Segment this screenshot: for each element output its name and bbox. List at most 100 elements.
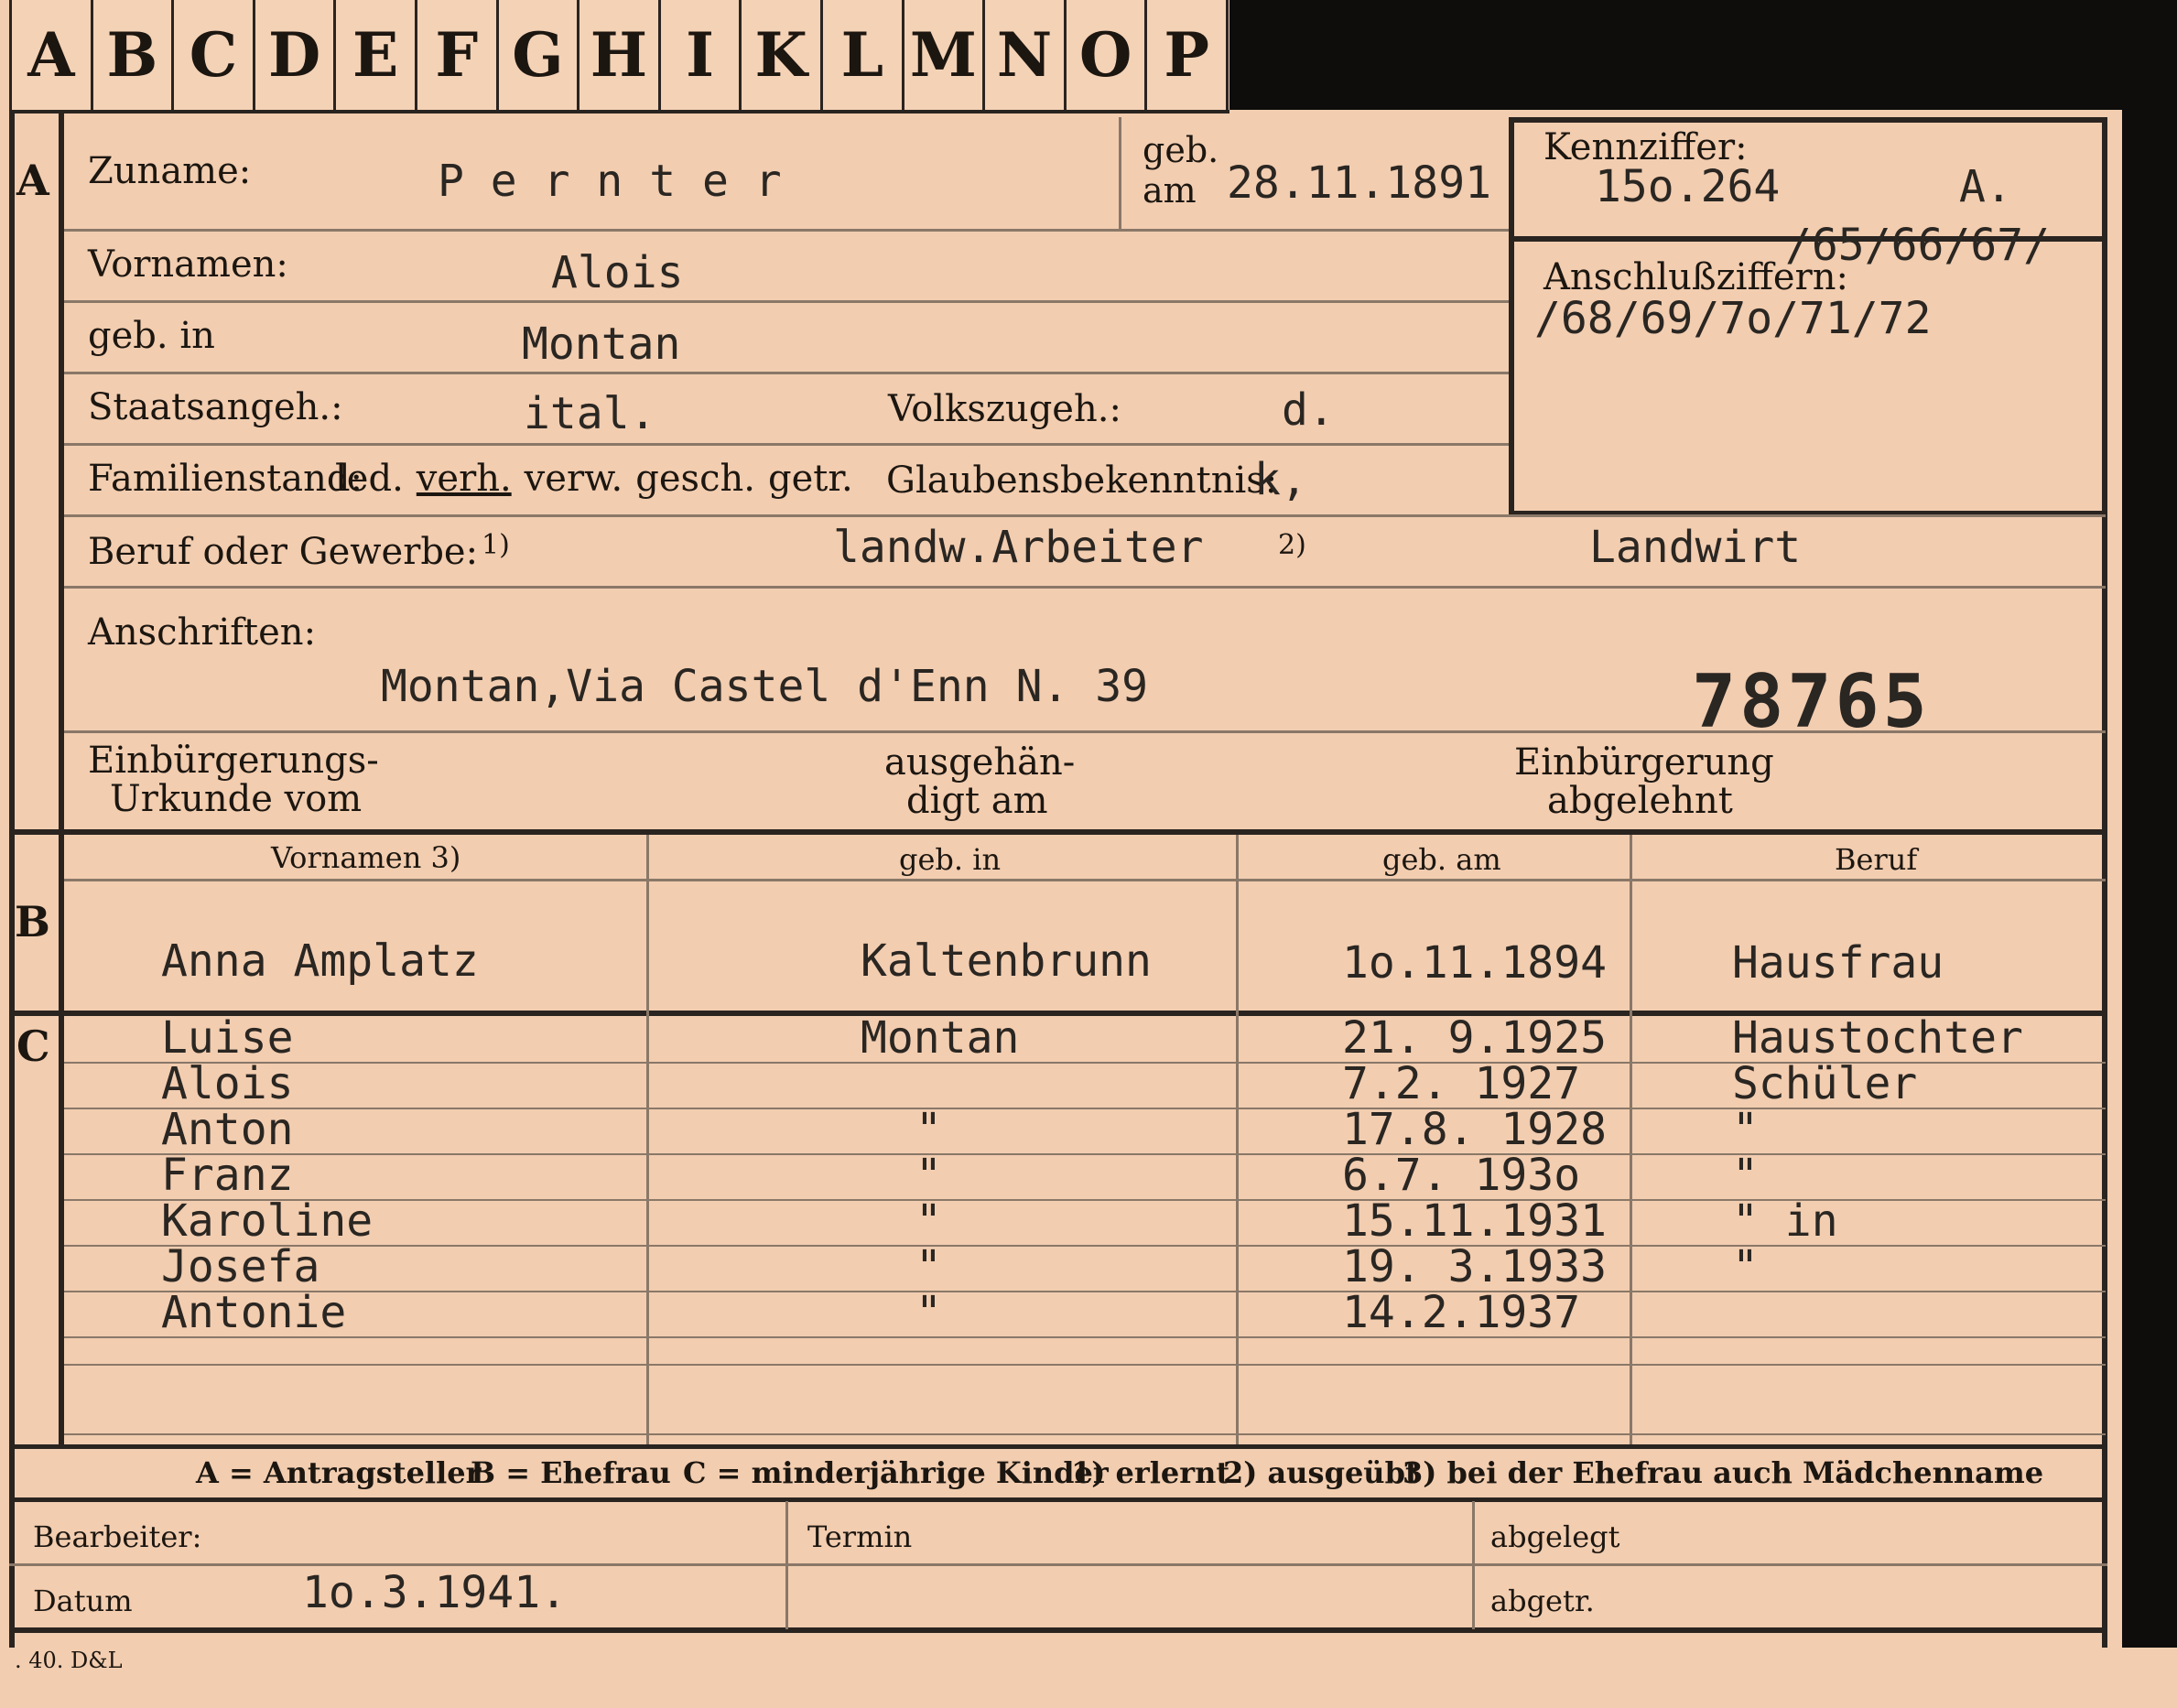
beruf-erlernt: landw.Arbeiter [833,522,1204,573]
child-name: Alois [161,1058,294,1109]
familienstand-option: verh. [416,458,512,500]
abgelegt-label: abgelegt [1490,1519,1620,1554]
beruf-ausgeuebt: Landwirt [1589,522,1802,573]
row-line-6 [64,586,2106,589]
child-geb-am: 17.8. 1928 [1342,1104,1607,1155]
child-beruf: " in [1732,1195,1838,1247]
alphabet-tab-l[interactable]: L [823,0,904,110]
geb-am-value: 28.11.1891 [1227,157,1491,209]
familienstand-option: gesch. [635,458,755,500]
alphabet-tab-m[interactable]: M [904,0,986,110]
alphabet-tab-g[interactable]: G [499,0,580,110]
geb-in-value: Montan [522,319,681,370]
am-label: am [1143,170,1197,211]
child-name: Antonie [161,1287,347,1338]
alphabet-tab-d[interactable]: D [255,0,337,110]
child-name: Josefa [161,1241,320,1292]
print-mark: . 40. D&L [15,1648,123,1673]
datum-label: Datum [33,1584,133,1618]
kennziffer-suffix: A. [1959,161,2012,212]
background-dark-right-edge [2122,0,2177,1648]
beruf-label: Beruf oder Gewerbe: [88,531,479,573]
card-right-border [2102,117,2107,1648]
legend-top [9,1444,2107,1449]
glaubens-label: Glaubensbekenntnis: [886,459,1278,502]
section-c-letter: C [16,1022,50,1071]
alphabet-tab-e[interactable]: E [336,0,417,110]
footnote-2: 2) [1278,529,1306,561]
alphabet-tab-a[interactable]: A [12,0,93,110]
alphabet-tab-f[interactable]: F [417,0,499,110]
alphabet-tab-row: ABCDEFGHIKLMNOP [9,0,1229,114]
alphabet-tab-h[interactable]: H [579,0,661,110]
footnote-1: 1) [482,529,510,561]
child-geb-am: 15.11.1931 [1342,1195,1607,1247]
alphabet-tab-i[interactable]: I [661,0,742,110]
col-divider-2 [1236,835,1239,1444]
spouse-beruf: Hausfrau [1732,937,1944,989]
bearbeiter-label: Bearbeiter: [33,1519,202,1554]
familienstand-options: led. verh. verw. gesch. getr. [335,458,866,500]
row-line-3 [64,372,1509,374]
child-name: Karoline [161,1195,374,1247]
child-geb-in: " [915,1241,942,1292]
header-vornamen: Vornamen 3) [271,840,461,875]
child-geb-in: Montan [861,1012,1020,1064]
card-right-strip [2122,1648,2177,1708]
alphabet-tab-c[interactable]: C [174,0,255,110]
familienstand-option: getr. [767,458,853,500]
footer-mid-line [9,1563,2107,1566]
footer-bottom [9,1627,2107,1633]
alphabet-tab-k[interactable]: K [742,0,823,110]
familienstand-option: led. [335,458,404,500]
child-geb-am: 6.7. 193o [1342,1150,1581,1201]
einb-urkunde-label-2: Urkunde vom [110,778,363,820]
alphabet-tab-n[interactable]: N [985,0,1067,110]
card-left-border [9,110,15,1648]
geb-divider [1119,117,1121,229]
row-line-5 [64,514,2106,517]
child-name: Anton [161,1104,294,1155]
vornamen-value: Alois [551,247,684,298]
child-row-line [64,1336,2106,1338]
section-b-letter: B [15,897,50,946]
row-line-4 [64,443,1509,446]
legend-a: A = Antragsteller [196,1455,482,1490]
legend-b: B = Ehefrau [471,1455,671,1490]
child-beruf: " [1732,1241,1759,1292]
vornamen-label: Vornamen: [88,243,288,286]
child-name: Luise [161,1012,294,1064]
stamp-number: 78765 [1692,659,1931,744]
spouse-name: Anna Amplatz [161,935,479,987]
legend-c: C = minderjährige Kinder [683,1455,1109,1490]
background-dark-top-right [1227,0,2177,119]
datum-value: 1o.3.1941. [302,1567,567,1618]
volkszugeh-label: Volkszugeh.: [888,388,1121,430]
child-geb-in: " [915,1195,942,1247]
staatsangeh-label: Staatsangeh.: [88,386,343,428]
familienstand-option: verw. [524,458,623,500]
familienstand-label: Familienstand: [88,458,363,500]
alphabet-tab-o[interactable]: O [1067,0,1148,110]
alphabet-tab-b[interactable]: B [93,0,175,110]
abgetr-label: abgetr. [1490,1584,1595,1618]
section-a-letter: A [16,156,49,205]
termin-label: Termin [807,1519,913,1554]
child-beruf: " [1732,1104,1759,1155]
child-row-line [64,1108,2106,1109]
child-geb-am: 21. 9.1925 [1342,1012,1607,1064]
row-line-2 [64,300,1509,303]
einb-urkunde-label-1: Einbürgerungs- [88,740,379,782]
child-beruf: Schüler [1732,1058,1918,1109]
child-row-line [64,1245,2106,1247]
child-beruf: " [1732,1150,1759,1201]
legend-n3: 3) bei der Ehefrau auch Mädchenname [1403,1455,2044,1490]
spouse-geb-am: 1o.11.1894 [1342,937,1607,989]
anschluss-line-2: /68/69/7o/71/72 [1534,293,1932,344]
kennziffer-box-left [1509,117,1514,516]
staatsangeh-value: ital. [524,388,656,439]
zuname-value: P e r n t e r [438,156,782,207]
child-row-line [64,1364,2106,1366]
child-geb-am: 14.2.1937 [1342,1287,1581,1338]
alphabet-tab-p[interactable]: P [1147,0,1229,110]
